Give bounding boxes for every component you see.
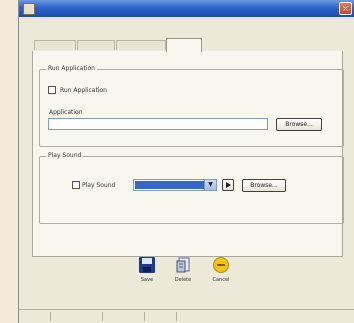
title-bar[interactable]: × <box>19 0 354 17</box>
tab-strip <box>32 38 343 52</box>
delete-button[interactable]: Delete <box>168 256 198 283</box>
chevron-down-icon[interactable]: ▼ <box>204 180 216 190</box>
sound-select-value <box>135 181 204 189</box>
app-icon <box>23 3 35 15</box>
save-button[interactable]: Save <box>132 256 162 283</box>
cancel-button[interactable]: Cancel <box>206 256 236 283</box>
application-path-input[interactable] <box>48 118 268 130</box>
sound-select[interactable]: ▼ <box>133 179 217 191</box>
close-button[interactable]: × <box>339 2 352 15</box>
dialog-window: × Run Application Run Application Applic… <box>18 0 354 323</box>
play-sound-group: Play Sound Play Sound ▼ Browse... <box>39 152 344 224</box>
tab-panel: Run Application Run Application Applicat… <box>32 51 344 257</box>
run-application-group-title: Run Application <box>46 65 97 72</box>
delete-icon <box>176 257 190 273</box>
sound-browse-button[interactable]: Browse... <box>242 179 286 192</box>
status-bar <box>19 309 354 323</box>
tab-2[interactable] <box>77 40 115 50</box>
save-icon <box>139 257 155 273</box>
status-cell-3 <box>105 312 145 321</box>
cancel-icon <box>213 257 229 273</box>
tab-1[interactable] <box>34 40 76 50</box>
cancel-label: Cancel <box>212 277 230 283</box>
run-application-checkbox-label: Run Application <box>60 87 107 94</box>
save-label: Save <box>140 277 154 283</box>
status-cell-2 <box>53 312 103 321</box>
application-browse-button[interactable]: Browse... <box>276 118 322 131</box>
delete-label: Delete <box>174 277 192 283</box>
tab-3[interactable] <box>116 40 166 50</box>
menu-bar <box>19 19 354 31</box>
run-application-checkbox[interactable] <box>48 86 56 94</box>
status-cell-4 <box>147 312 177 321</box>
run-application-group: Run Application Run Application Applicat… <box>39 65 344 147</box>
play-icon <box>226 182 231 188</box>
play-sound-checkbox-label: Play Sound <box>82 182 116 189</box>
play-sound-button[interactable] <box>222 179 234 191</box>
play-sound-checkbox[interactable] <box>72 181 80 189</box>
status-cell-1 <box>21 312 51 321</box>
application-label: Application <box>49 109 83 116</box>
tab-4[interactable] <box>166 38 202 52</box>
play-sound-group-title: Play Sound <box>46 152 84 159</box>
